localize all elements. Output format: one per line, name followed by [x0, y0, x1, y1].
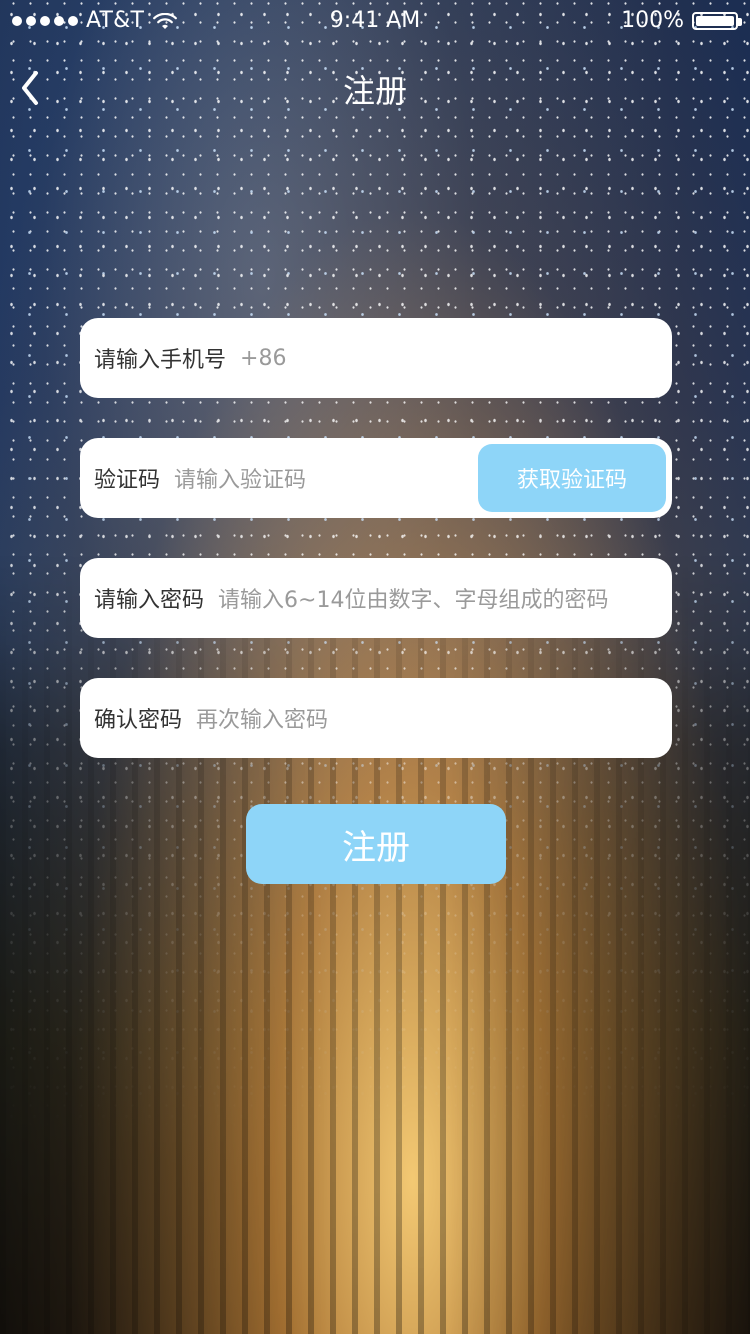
verification-code-placeholder[interactable]: 请输入验证码 — [174, 462, 306, 494]
password-placeholder[interactable]: 请输入6~14位由数字、字母组成的密码 — [218, 582, 608, 614]
forest-silhouette — [0, 554, 750, 1334]
register-button[interactable]: 注册 — [246, 804, 506, 884]
battery-percent: 100% — [621, 8, 684, 33]
navigation-bar: 注册 — [0, 48, 750, 128]
confirm-password-placeholder[interactable]: 再次输入密码 — [196, 702, 328, 734]
confirm-password-label: 确认密码 — [94, 708, 183, 733]
status-right: 100% — [621, 8, 742, 33]
password-label: 请输入密码 — [94, 588, 205, 613]
page-title: 注册 — [342, 72, 407, 110]
status-bar: AT&T 9:41 AM 100% — [0, 0, 750, 40]
get-code-button[interactable]: 获取验证码 — [478, 444, 666, 512]
battery-icon — [692, 11, 742, 30]
verification-code-label: 验证码 — [94, 468, 161, 493]
phone-field[interactable]: 请输入手机号 +86 — [80, 318, 672, 398]
password-field[interactable]: 请输入密码 请输入6~14位由数字、字母组成的密码 — [80, 558, 672, 638]
confirm-password-field[interactable]: 确认密码 再次输入密码 — [80, 678, 672, 758]
verification-code-field[interactable]: 验证码 请输入验证码 获取验证码 — [80, 438, 672, 518]
battery-fill — [696, 15, 734, 26]
phone-placeholder[interactable]: +86 — [240, 346, 286, 371]
phone-label: 请输入手机号 — [94, 348, 227, 373]
